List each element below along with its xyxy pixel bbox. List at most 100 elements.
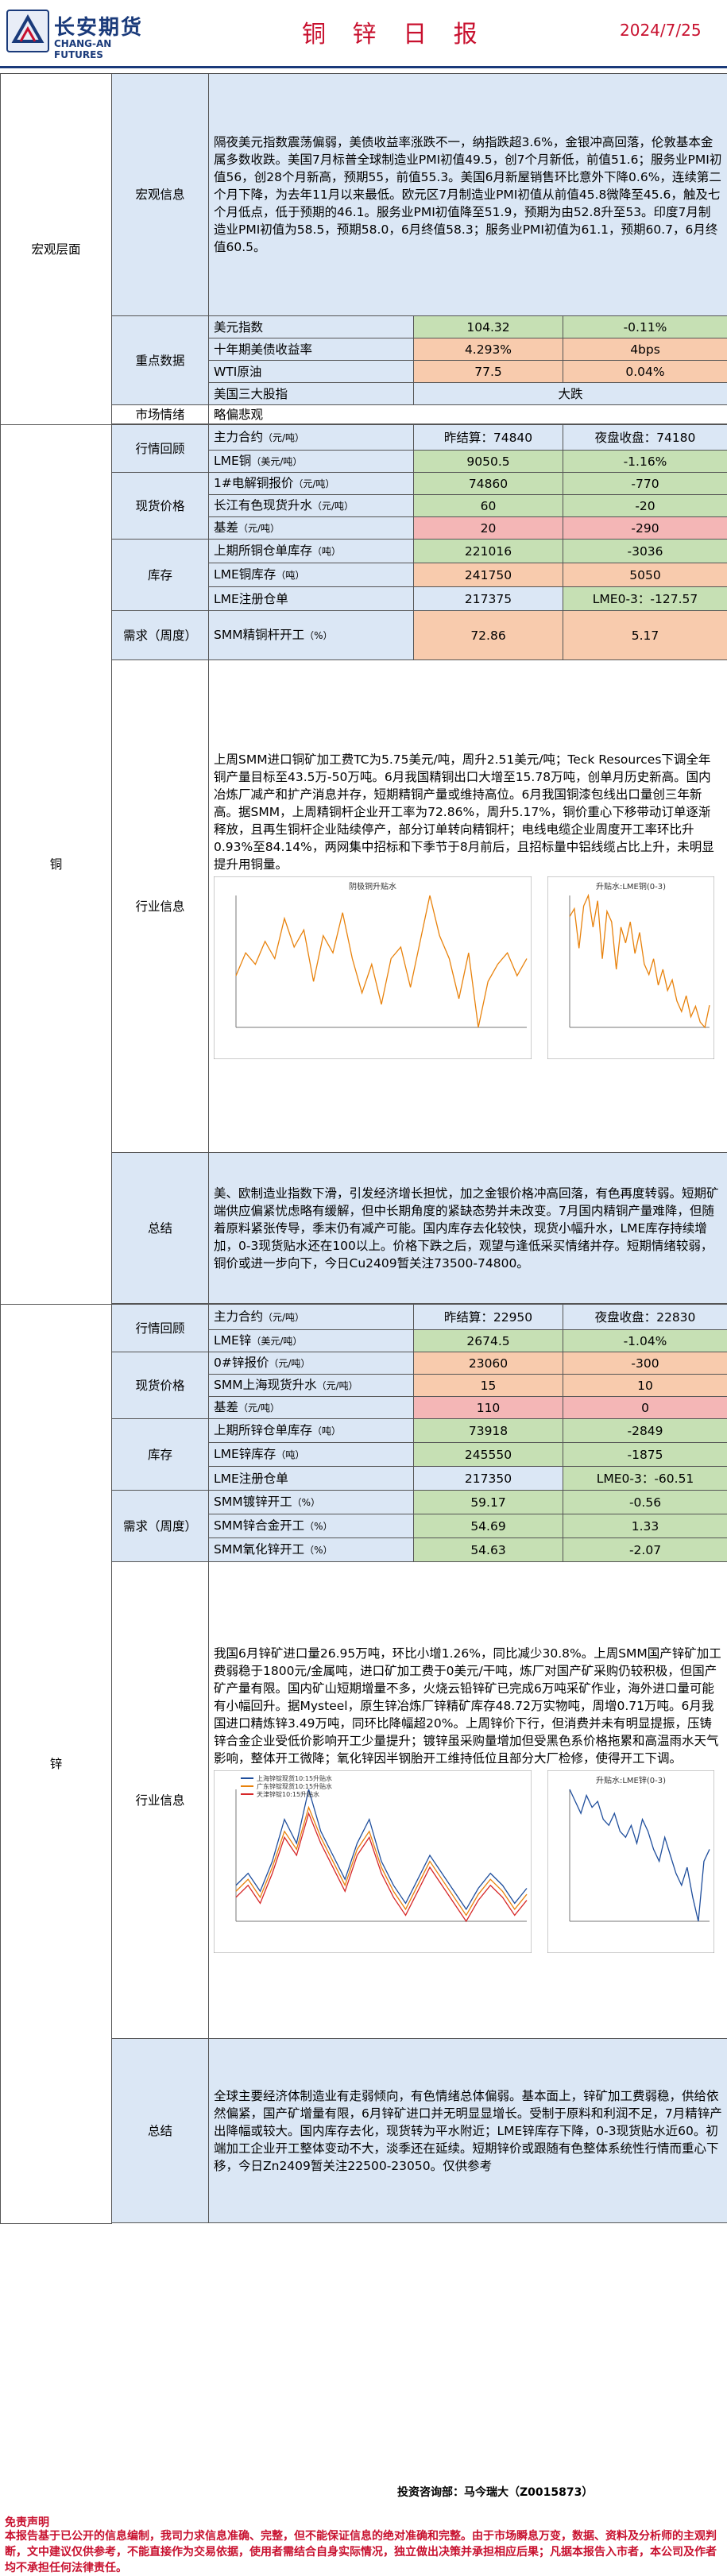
zn-industry-cell: 我国6月锌矿进口量26.95万吨，环比小增1.26%，同比减少30.8%。上周S… bbox=[209, 1562, 727, 2039]
cu-inv-change: -3036 bbox=[563, 540, 727, 563]
chart-title: 升贴水:LME锌(0-3) bbox=[596, 1775, 666, 1785]
zn-inv-value: 217350 bbox=[414, 1467, 563, 1491]
zn-demand-value: 54.63 bbox=[414, 1538, 563, 1562]
cu-premium-chart: 阴极铜升贴水 bbox=[214, 876, 532, 1059]
key-row-value: 4.293% bbox=[414, 338, 563, 361]
disclaimer-text: 本报告基于已公开的信息编制，我司力求信息准确、完整，但不能保证信息的绝对准确和完… bbox=[5, 2528, 720, 2576]
cu-main-prev-settle: 昨结算：74840 bbox=[414, 425, 563, 451]
cu-spot-name: 长江有色现货升水（元/吨） bbox=[209, 495, 414, 517]
key-row-name: 十年期美债收益率 bbox=[209, 338, 414, 361]
zn-main-prev-settle: 昨结算：22950 bbox=[414, 1305, 563, 1330]
cu-inventory-label: 库存 bbox=[112, 540, 209, 611]
key-row-value: 77.5 bbox=[414, 361, 563, 383]
key-row-name: WTI原油 bbox=[209, 361, 414, 383]
macro-info-text: 隔夜美元指数震荡偏弱，美债收益率涨跌不一，纳指跌超3.6%，金银冲高回落，伦敦基… bbox=[209, 74, 727, 316]
section-macro: 宏观层面 bbox=[1, 74, 112, 425]
zn-inv-name: LME锌库存（吨） bbox=[209, 1443, 414, 1467]
company-name-en: CHANG-AN FUTURES bbox=[54, 38, 149, 60]
chart-title: 升贴水:LME铜(0-3) bbox=[596, 881, 666, 892]
zn-demand-name: SMM镀锌开工（%） bbox=[209, 1491, 414, 1514]
cu-lme-label: LME铜（美元/吨） bbox=[209, 451, 414, 473]
cu-main-contract: 主力合约（元/吨） bbox=[209, 425, 414, 451]
zn-inv-change: -1875 bbox=[563, 1443, 727, 1467]
sentiment-label: 市场情绪 bbox=[112, 405, 209, 424]
legend-label: 天津锌锭10:15升贴水 bbox=[257, 1790, 319, 1798]
zn-demand-change: -0.56 bbox=[563, 1491, 727, 1514]
report-header: 长安期货 CHANG-AN FUTURES 铜 锌 日 报 2024/7/25 bbox=[0, 0, 727, 68]
zn-review-label: 行情回顾 bbox=[112, 1305, 209, 1352]
key-row-name: 美元指数 bbox=[209, 316, 414, 338]
section-zinc: 锌 bbox=[1, 1305, 112, 2224]
sentiment-value: 略偏悲观 bbox=[209, 405, 727, 424]
zn-demand-name: SMM氧化锌开工（%） bbox=[209, 1538, 414, 1562]
key-row-value: 104.32 bbox=[414, 316, 563, 338]
zn-spot-label: 现货价格 bbox=[112, 1352, 209, 1419]
cu-spot-label: 现货价格 bbox=[112, 473, 209, 540]
chart-frame bbox=[547, 1770, 714, 1953]
key-row-change: -0.11% bbox=[563, 316, 727, 338]
zn-spot-name: 0#锌报价（元/吨） bbox=[209, 1352, 414, 1375]
cu-spot-name: 基差（元/吨） bbox=[209, 517, 414, 540]
cu-lme-change: -1.16% bbox=[563, 451, 727, 473]
legend-label: 广东锌锭现货10:15升贴水 bbox=[257, 1782, 332, 1790]
zn-demand-value: 59.17 bbox=[414, 1491, 563, 1514]
key-row-change: 0.04% bbox=[563, 361, 727, 383]
legend-label: 上海锌锭现货10:15升贴水 bbox=[257, 1774, 332, 1782]
cu-demand-name: SMM精铜杆开工（%） bbox=[209, 611, 414, 660]
cu-spot-change: -290 bbox=[563, 517, 727, 540]
zn-industry-text: 我国6月锌矿进口量26.95万吨，环比小增1.26%，同比减少30.8%。上周S… bbox=[214, 1645, 722, 1767]
report-date: 2024/7/25 bbox=[620, 21, 702, 40]
zn-inv-value: 73918 bbox=[414, 1419, 563, 1443]
cu-industry-text: 上周SMM进口铜矿加工费TC为5.75美元/吨，周升2.51美元/吨；Teck … bbox=[214, 751, 722, 873]
cu-inv-name: LME铜库存（吨） bbox=[209, 563, 414, 587]
cu-inv-value: 241750 bbox=[414, 563, 563, 587]
cu-inv-change: 5050 bbox=[563, 563, 727, 587]
cu-demand-value: 72.86 bbox=[414, 611, 563, 660]
key-row-value: 大跌 bbox=[414, 383, 727, 405]
zn-spot-name: SMM上海现货升水（元/吨） bbox=[209, 1375, 414, 1397]
zn-inv-change: LME0-3：-60.51 bbox=[563, 1467, 727, 1491]
macro-info-label: 宏观信息 bbox=[112, 74, 209, 316]
zn-inv-change: -2849 bbox=[563, 1419, 727, 1443]
cu-industry-label: 行业信息 bbox=[112, 660, 209, 1153]
cu-spot-name: 1#电解铜报价（元/吨） bbox=[209, 473, 414, 495]
cu-spot-value: 74860 bbox=[414, 473, 563, 495]
cu-lme-spread-chart: 升贴水:LME铜(0-3) bbox=[547, 876, 714, 1059]
cu-main-night-close: 夜盘收盘：74180 bbox=[563, 425, 727, 451]
cu-charts: 阴极铜升贴水 升贴水:LME铜(0-3) bbox=[214, 876, 722, 1059]
cu-demand-label: 需求（周度） bbox=[112, 611, 209, 660]
cu-lme-price: 9050.5 bbox=[414, 451, 563, 473]
report-title: 铜 锌 日 报 bbox=[302, 14, 487, 49]
cu-inv-value: 221016 bbox=[414, 540, 563, 563]
zn-demand-label: 需求（周度） bbox=[112, 1491, 209, 1562]
cu-spot-change: -20 bbox=[563, 495, 727, 517]
cu-inv-name: LME注册仓单 bbox=[209, 587, 414, 611]
zn-demand-change: 1.33 bbox=[563, 1514, 727, 1538]
zn-spot-value: 23060 bbox=[414, 1352, 563, 1375]
zn-spot-value: 110 bbox=[414, 1397, 563, 1419]
zn-inventory-label: 库存 bbox=[112, 1419, 209, 1491]
zn-summary-text: 全球主要经济体制造业有走弱倾向，有色情绪总体偏弱。基本面上，锌矿加工费弱稳，供给… bbox=[209, 2039, 727, 2223]
cu-inv-change: LME0-3：-127.57 bbox=[563, 587, 727, 611]
cu-spot-value: 20 bbox=[414, 517, 563, 540]
analyst-credit: 投资咨询部：马今瑞大（Z0015873） bbox=[397, 2484, 593, 2500]
company-logo: 长安期货 CHANG-AN FUTURES bbox=[6, 10, 149, 59]
disclaimer-title: 免责声明 bbox=[5, 2514, 49, 2530]
cu-demand-change: 5.17 bbox=[563, 611, 727, 660]
section-copper: 铜 bbox=[1, 425, 112, 1305]
cu-inv-name: 上期所铜仓单库存（吨） bbox=[209, 540, 414, 563]
company-name: 长安期货 bbox=[54, 11, 143, 41]
cu-review-label: 行情回顾 bbox=[112, 425, 209, 473]
zn-premium-chart: 上海锌锭现货10:15升贴水广东锌锭现货10:15升贴水天津锌锭10:15升贴水 bbox=[214, 1770, 532, 1953]
zn-spot-change: 0 bbox=[563, 1397, 727, 1419]
zn-main-night-close: 夜盘收盘：22830 bbox=[563, 1305, 727, 1330]
cu-industry-cell: 上周SMM进口铜矿加工费TC为5.75美元/吨，周升2.51美元/吨；Teck … bbox=[209, 660, 727, 1153]
report-table: 宏观层面 宏观信息 隔夜美元指数震荡偏弱，美债收益率涨跌不一，纳指跌超3.6%，… bbox=[0, 73, 727, 2224]
cu-spot-value: 60 bbox=[414, 495, 563, 517]
zn-lme-price: 2674.5 bbox=[414, 1330, 563, 1352]
cu-summary-label: 总结 bbox=[112, 1153, 209, 1304]
chart-frame bbox=[547, 876, 714, 1059]
zn-main-contract: 主力合约（元/吨） bbox=[209, 1305, 414, 1330]
cu-inv-value: 217375 bbox=[414, 587, 563, 611]
zn-charts: 上海锌锭现货10:15升贴水广东锌锭现货10:15升贴水天津锌锭10:15升贴水… bbox=[214, 1770, 722, 1953]
